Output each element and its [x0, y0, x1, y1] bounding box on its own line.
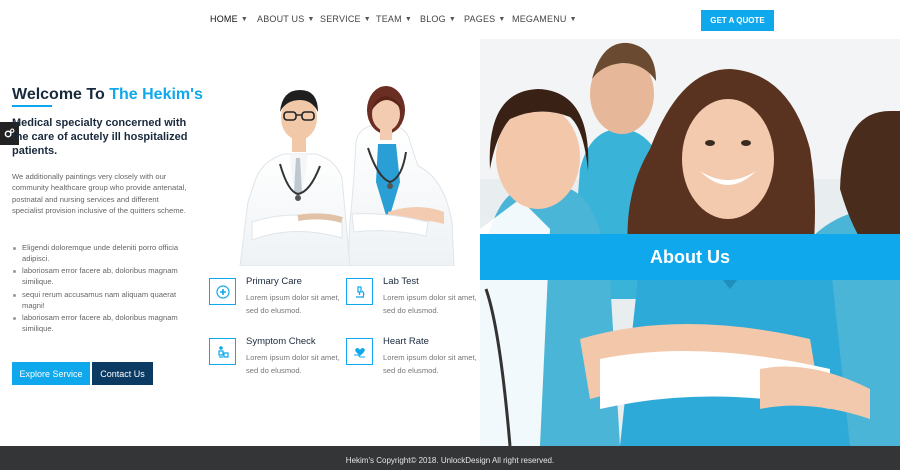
list-item: Eligendi doloremque unde deleniti porro …	[12, 243, 197, 264]
nav-megamenu[interactable]: MEGAMENU ▼	[512, 14, 577, 24]
nav-about-us[interactable]: ABOUT US ▼	[257, 14, 320, 24]
service-desc: Lorem ipsum dolor sit amet, sed do elusm…	[383, 353, 477, 375]
service-desc: Lorem ipsum dolor sit amet, sed do elusm…	[383, 293, 477, 315]
chevron-down-icon: ▼	[498, 15, 506, 23]
service-desc: Lorem ipsum dolor sit amet, sed do elusm…	[246, 353, 340, 375]
about-us-banner[interactable]: About Us	[480, 234, 900, 280]
nav-team-label: TEAM	[376, 14, 402, 24]
chevron-down-icon: ▼	[240, 15, 248, 23]
nav-pages[interactable]: PAGES ▼	[464, 14, 512, 24]
feature-list: Eligendi doloremque unde deleniti porro …	[12, 243, 197, 337]
brand-name: The Hekim's	[109, 86, 203, 103]
welcome-intro: We additionally paintings very closely w…	[12, 172, 187, 215]
doctors-image	[239, 86, 455, 266]
nav-home-label: HOME	[210, 14, 238, 24]
chevron-down-icon: ▼	[363, 15, 371, 23]
chevron-down-icon: ▼	[404, 15, 412, 23]
welcome-subheading: Medical specialty concerned with the car…	[12, 117, 188, 157]
list-item: laboriosam error facere ab, doloribus ma…	[12, 313, 197, 334]
service-desc: Lorem ipsum dolor sit amet, sed do elusm…	[246, 293, 340, 315]
chevron-down-icon: ▼	[307, 15, 315, 23]
explore-service-button[interactable]: Explore Service	[12, 362, 90, 385]
chevron-down-icon: ▼	[569, 15, 577, 23]
patient-icon	[209, 338, 236, 365]
footer-copyright: Hekim's Copyright© 2018. UnlockDesign Al…	[0, 446, 900, 470]
contact-us-button[interactable]: Contact Us	[92, 362, 153, 385]
main-menu: HOME ▼ ABOUT US ▼ SERVICE ▼ TEAM ▼ BLOG ▼ PAG…	[210, 14, 577, 24]
nav-megamenu-label: MEGAMENU	[512, 14, 567, 24]
nav-home[interactable]: HOME ▼	[210, 14, 257, 24]
welcome-prefix: Welcome To	[12, 86, 105, 103]
service-title: Symptom Check	[246, 336, 316, 347]
nav-about-label: ABOUT US	[257, 14, 305, 24]
nav-service[interactable]: SERVICE ▼	[320, 14, 376, 24]
list-item: laboriosam error facere ab, doloribus ma…	[12, 266, 197, 287]
nav-service-label: SERVICE	[320, 14, 361, 24]
top-navbar: HOME ▼ ABOUT US ▼ SERVICE ▼ TEAM ▼ BLOG ▼ PAG…	[0, 0, 900, 39]
medical-plus-icon	[209, 278, 236, 305]
nav-team[interactable]: TEAM ▼	[376, 14, 420, 24]
microscope-icon	[346, 278, 373, 305]
service-title: Lab Test	[383, 276, 419, 287]
nav-blog[interactable]: BLOG ▼	[420, 14, 464, 24]
heading-underline	[12, 105, 52, 107]
list-item: sequi rerum accusamus nam aliquam quaera…	[12, 290, 197, 311]
service-title: Primary Care	[246, 276, 302, 287]
get-a-quote-button[interactable]: GET A QUOTE	[701, 10, 774, 31]
nav-pages-label: PAGES	[464, 14, 496, 24]
nav-blog-label: BLOG	[420, 14, 446, 24]
welcome-heading: Welcome To The Hekim's	[12, 86, 203, 104]
service-title: Heart Rate	[383, 336, 429, 347]
heart-hand-icon	[346, 338, 373, 365]
chevron-down-icon: ▼	[448, 15, 456, 23]
